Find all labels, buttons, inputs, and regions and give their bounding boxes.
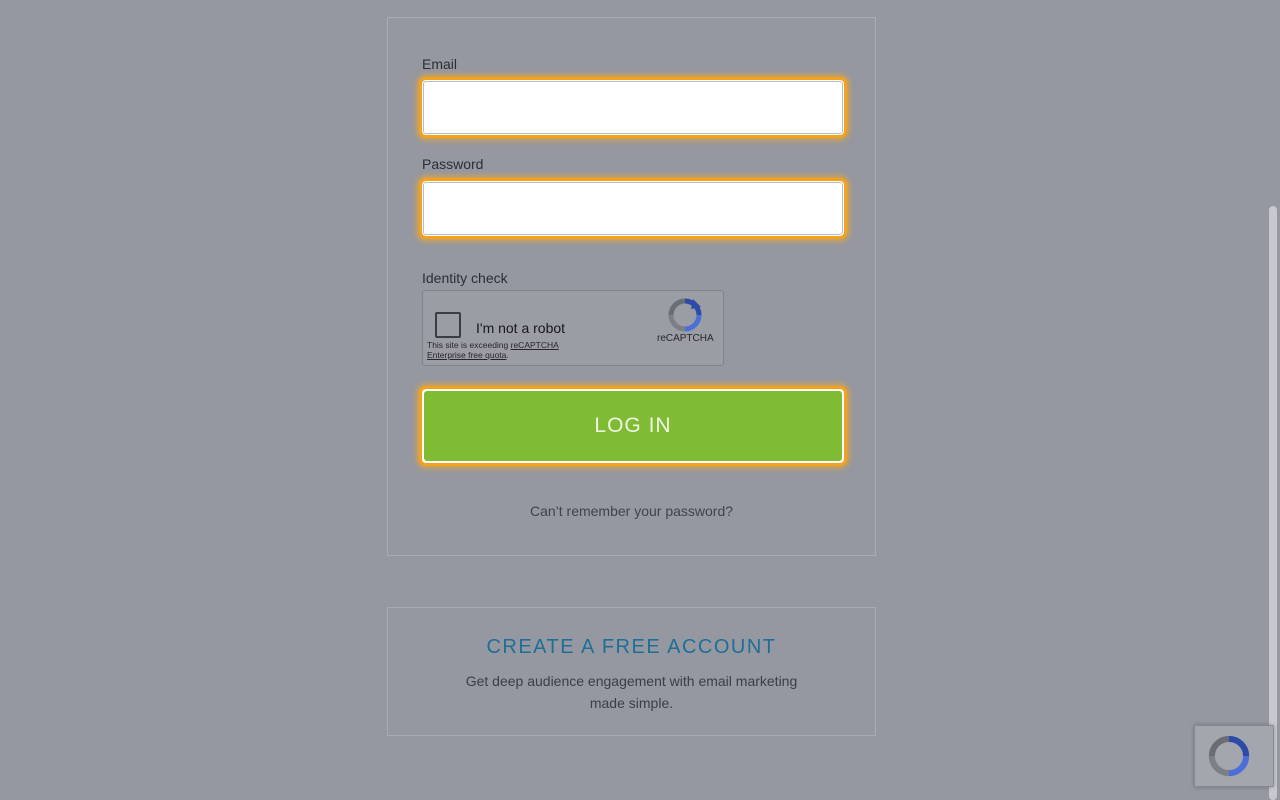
signup-description: Get deep audience engagement with email … [465, 673, 798, 711]
login-button-focus-ring: LOG IN [419, 386, 847, 466]
recaptcha-badge[interactable] [1194, 725, 1274, 787]
password-field-focus-ring [419, 178, 847, 239]
email-field[interactable] [423, 81, 843, 134]
scrollbar-thumb[interactable] [1269, 206, 1277, 800]
email-label: Email [422, 56, 458, 72]
recaptcha-badge-icon [1208, 735, 1250, 777]
scrollbar-track[interactable] [1266, 0, 1280, 800]
recaptcha-quota-prefix: This site is exceeding [427, 340, 511, 350]
recaptcha-checkbox[interactable] [435, 312, 461, 338]
recaptcha-quota-notice: This site is exceeding reCAPTCHA Enterpr… [427, 340, 559, 360]
recaptcha-quota-suffix: . [506, 350, 509, 360]
recaptcha-widget: I'm not a robot reCAPTCHA This site is e… [422, 290, 724, 366]
recaptcha-quota-link-2[interactable]: Enterprise free quota [427, 350, 506, 360]
signup-card: CREATE A FREE ACCOUNT Get deep audience … [387, 607, 876, 736]
create-account-link[interactable]: CREATE A FREE ACCOUNT [486, 636, 776, 659]
password-field[interactable] [423, 182, 843, 235]
login-button[interactable]: LOG IN [424, 391, 842, 461]
login-card: Email Password Identity check I'm not a … [387, 17, 876, 556]
identity-check-label: Identity check [422, 270, 508, 286]
recaptcha-quota-link[interactable]: reCAPTCHA [511, 340, 559, 350]
recaptcha-checkbox-label: I'm not a robot [476, 320, 566, 336]
password-label: Password [422, 156, 484, 172]
email-field-focus-ring [419, 77, 847, 138]
recaptcha-logo-icon [668, 298, 702, 332]
forgot-password-link[interactable]: Can’t remember your password? [388, 503, 875, 519]
recaptcha-brand: reCAPTCHA [657, 333, 714, 344]
